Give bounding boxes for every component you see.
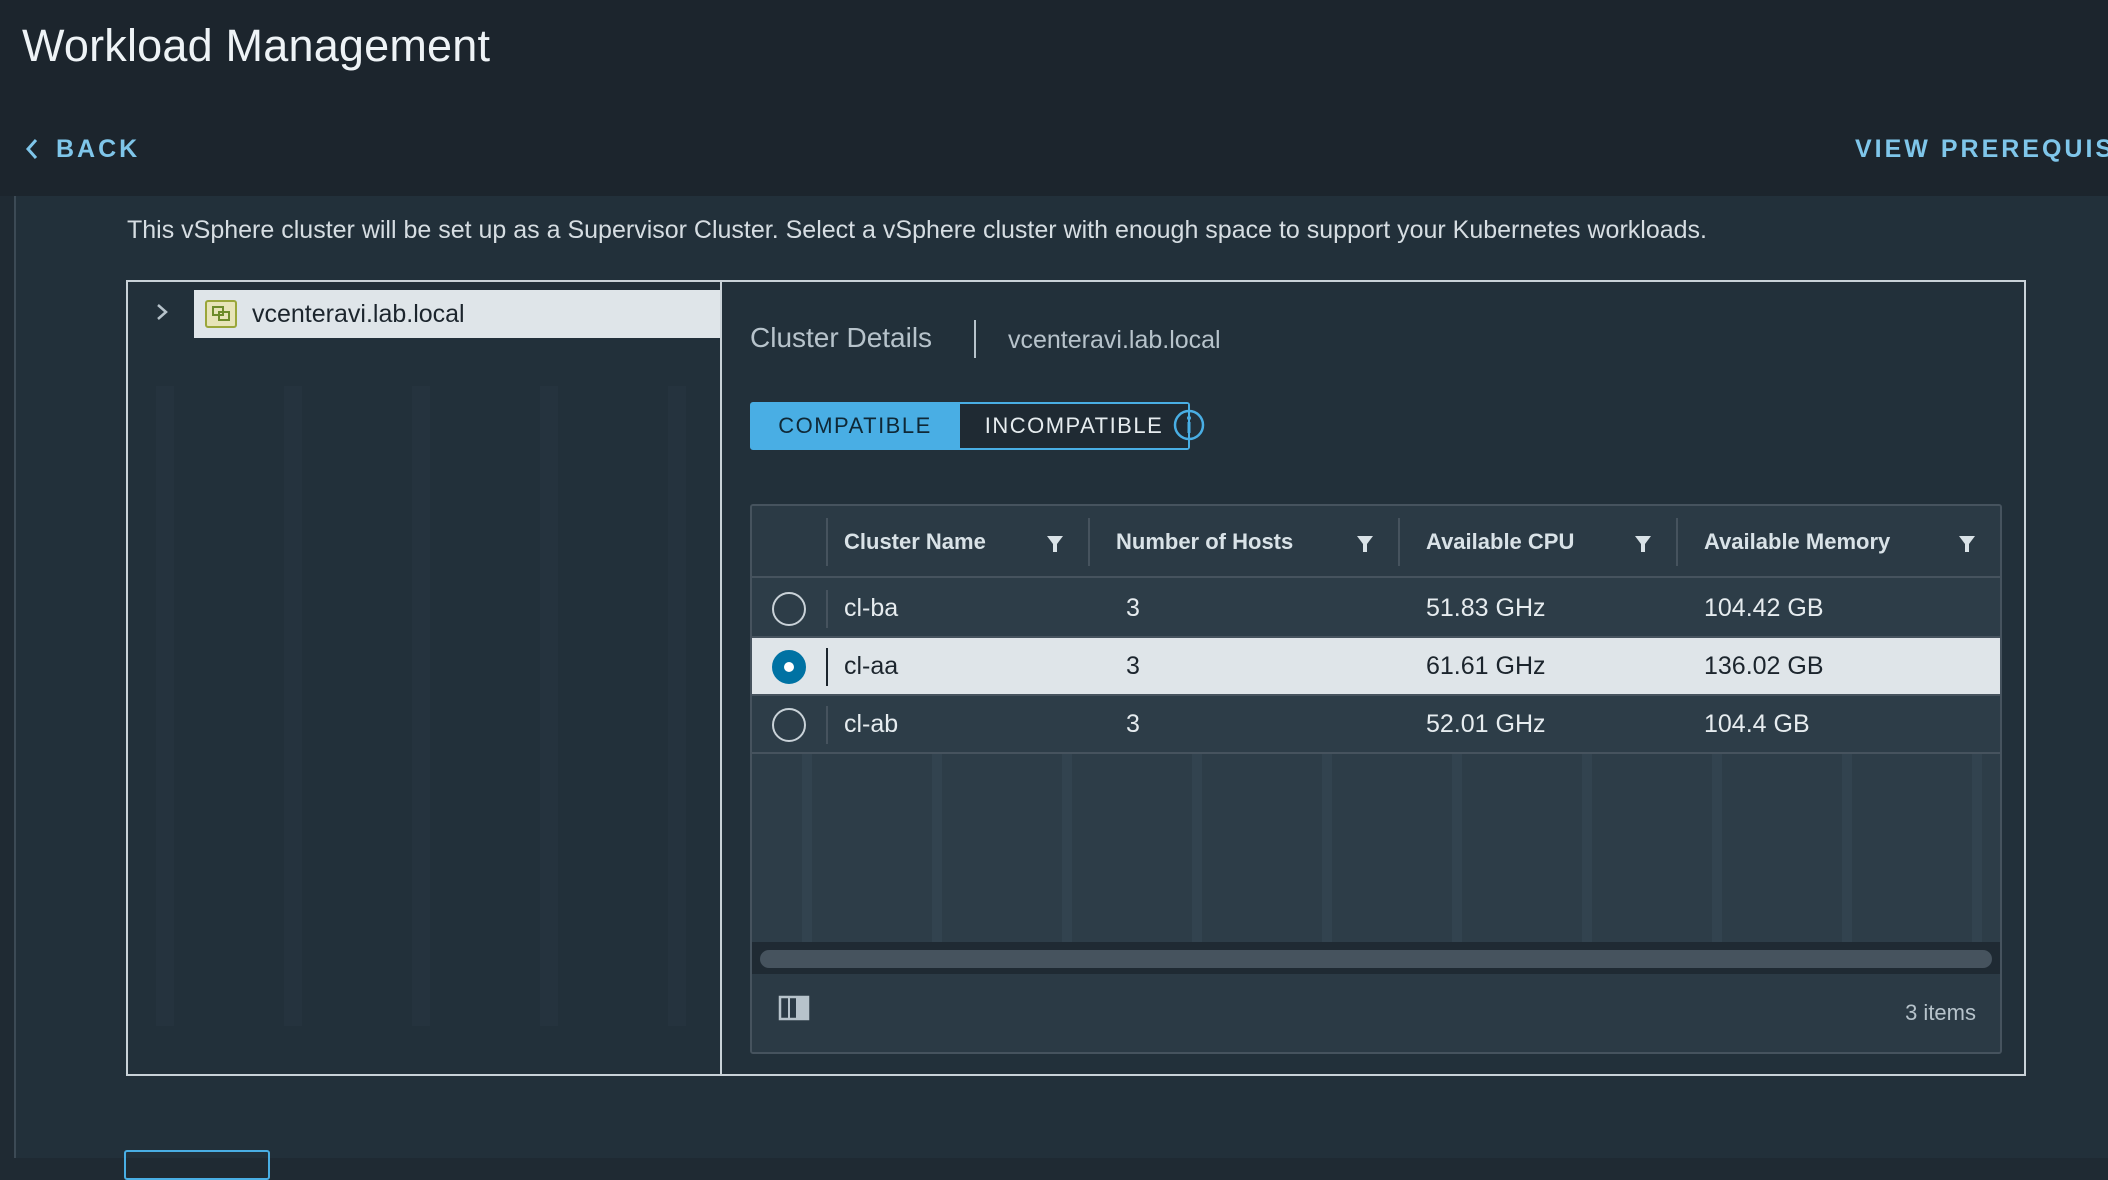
column-toggle-icon[interactable] [778,994,810,1022]
row-radio-button[interactable] [772,592,806,626]
cell-cluster-name: cl-ab [844,709,899,738]
tree-node-vcenter[interactable]: vcenteravi.lab.local [194,290,720,338]
chevron-right-icon[interactable] [152,300,172,324]
grid-header: Cluster Name Number of Hosts Available C… [752,506,2000,578]
datacenter-icon [205,300,237,328]
cell-cpu: 61.61 GHz [1426,651,1546,680]
filter-icon[interactable] [1046,534,1064,554]
table-row[interactable]: cl-ab 3 52.01 GHz 104.4 GB [752,696,2000,754]
chevron-left-icon [25,139,38,159]
cell-cluster-name: cl-ba [844,593,899,622]
cell-hosts: 3 [1126,709,1140,738]
horizontal-scrollbar[interactable] [752,942,2000,974]
back-button[interactable]: BACK [24,132,140,166]
filter-icon[interactable] [1958,534,1976,554]
scrollbar-thumb[interactable] [760,950,1992,968]
items-count: 3 items [1905,1000,1976,1025]
tree-placeholder [156,386,696,1026]
table-row[interactable]: cl-ba 3 51.83 GHz 104.42 GB [752,580,2000,638]
cell-hosts: 3 [1126,593,1140,622]
row-radio-button[interactable] [772,708,806,742]
column-separator [1676,518,1678,566]
row-separator [826,648,828,686]
grid-footer: 3 items [752,974,2000,1052]
back-button-label: BACK [56,134,141,163]
cluster-datagrid: Cluster Name Number of Hosts Available C… [750,504,2002,1054]
details-title: Cluster Details [750,322,933,353]
cluster-details: Cluster Details vcenteravi.lab.local COM… [724,282,2026,1074]
column-header-available-memory[interactable]: Available Memory [1704,506,1890,578]
tab-incompatible[interactable]: INCOMPATIBLE [958,404,1188,448]
filter-icon[interactable] [1634,534,1652,554]
column-separator [826,518,828,566]
column-header-number-of-hosts[interactable]: Number of Hosts [1116,506,1293,578]
view-prerequisites-link[interactable]: VIEW PREREQUISI [1855,132,2108,166]
tab-compatible[interactable]: COMPATIBLE [752,404,958,448]
cell-memory: 136.02 GB [1704,651,1824,680]
tree-node-label: vcenteravi.lab.local [252,299,465,328]
column-header-available-cpu[interactable]: Available CPU [1426,506,1574,578]
row-radio-button[interactable] [772,650,806,684]
cell-cpu: 52.01 GHz [1426,709,1546,738]
row-separator [826,706,828,744]
column-header-cluster-name[interactable]: Cluster Name [844,506,986,578]
details-subtitle: vcenteravi.lab.local [1008,326,1221,354]
inventory-tree: vcenteravi.lab.local [128,282,722,1074]
cell-memory: 104.42 GB [1704,593,1824,622]
next-button[interactable] [124,1150,270,1180]
details-divider [974,320,976,358]
filter-icon[interactable] [1356,534,1374,554]
row-separator [826,590,828,628]
cell-cluster-name: cl-aa [844,651,899,680]
grid-empty-area [752,754,2000,942]
info-icon[interactable] [1172,408,1206,442]
page-title: Workload Management [22,20,491,71]
column-separator [1088,518,1090,566]
cell-memory: 104.4 GB [1704,709,1810,738]
table-row-selected[interactable]: cl-aa 3 61.61 GHz 136.02 GB [752,638,2000,696]
page-header: Workload Management BACK VIEW PREREQUISI [0,0,2108,196]
compatibility-toggle: COMPATIBLE INCOMPATIBLE [750,402,1190,450]
cluster-selection-panel: vcenteravi.lab.local Cluster Details vce… [126,280,2026,1076]
wizard-content: This vSphere cluster will be set up as a… [14,196,2108,1158]
column-separator [1398,518,1400,566]
intro-text: This vSphere cluster will be set up as a… [127,216,1707,244]
cell-cpu: 51.83 GHz [1426,593,1546,622]
cell-hosts: 3 [1126,651,1140,680]
